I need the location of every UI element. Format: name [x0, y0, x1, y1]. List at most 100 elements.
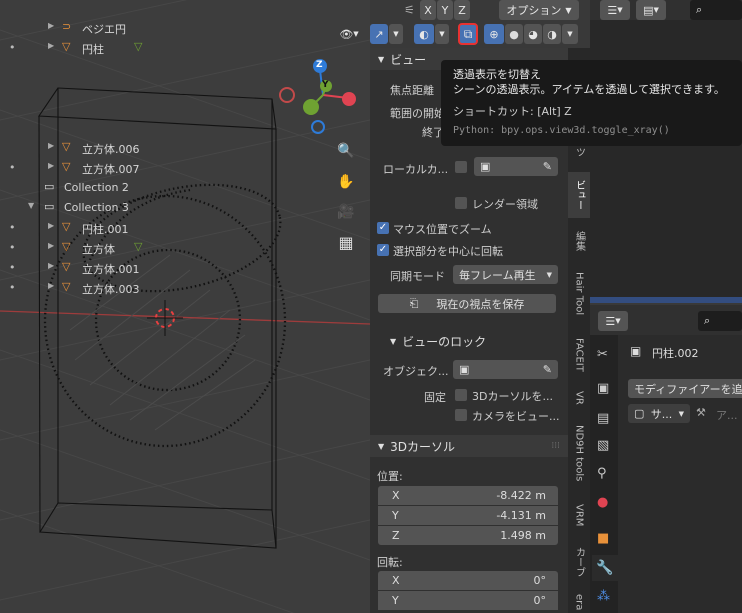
axis-z-button[interactable]: Z	[454, 0, 470, 20]
tab-curve[interactable]: カーブ	[568, 542, 590, 582]
tab-vrm[interactable]: VRM	[568, 500, 590, 530]
outliner-row-label: 円柱	[82, 43, 104, 56]
gizmo-dropdown[interactable]: ▼	[389, 24, 403, 44]
gizmo-z-label[interactable]: Z	[316, 60, 323, 70]
pan-button[interactable]: ✋	[335, 171, 357, 193]
zoom-to-mouse-checkbox[interactable]: ✓	[377, 222, 389, 234]
tab-edit[interactable]: 編集	[568, 225, 590, 257]
scene-tab-icon[interactable]: ⚲	[597, 466, 607, 481]
shading-dropdown[interactable]: ▼	[562, 24, 578, 44]
outliner-row[interactable]: • ▶ ▽ 立方体.001	[0, 258, 152, 278]
camera-to-view-checkbox[interactable]	[455, 409, 467, 421]
rotation-x-field[interactable]: X 0°	[378, 571, 558, 590]
visibility-dot-icon[interactable]: •	[9, 261, 16, 274]
outliner-display-mode-dropdown[interactable]: ☰ ▼	[600, 0, 630, 20]
clip-start-label: 範囲の開始	[390, 107, 445, 120]
3d-viewport[interactable]: Z Y 🔍 ✋ 🎥 ▦	[0, 0, 370, 613]
focal-length-label: 焦点距離	[390, 84, 434, 97]
location-x-axis: X	[392, 489, 400, 502]
camera-view-button[interactable]: 🎥	[335, 201, 357, 223]
world-tab-icon[interactable]: ●	[597, 495, 608, 510]
3d-cursor-panel-header[interactable]: ▼ 3Dカーソル ⁞⁞⁞	[370, 435, 568, 457]
material-shading-button[interactable]: ◕	[524, 24, 542, 44]
visibility-dot-icon[interactable]: •	[9, 41, 16, 54]
chevron-down-icon: ▼	[617, 6, 623, 14]
modifier-sub-dropdown[interactable]: ▢ サ... ▼	[628, 404, 690, 423]
sync-mode-dropdown[interactable]: 毎フレーム再生 ▼	[453, 265, 558, 284]
outliner-row[interactable]: • ▶ ▽ 立方体 ▽	[0, 238, 152, 258]
drag-handle-icon[interactable]: ⁞⁞⁞	[551, 441, 560, 451]
outliner-filter-dropdown[interactable]: ▤ ▼	[636, 0, 666, 20]
modifier-tab[interactable]: 🔧	[592, 555, 618, 581]
overlay-dropdown[interactable]: ▼	[435, 24, 449, 44]
outliner-row[interactable]: • ▶ ▽ 立方体.007	[0, 158, 152, 178]
visibility-dot-icon[interactable]: •	[9, 161, 16, 174]
ortho-toggle-button[interactable]: ▦	[335, 231, 357, 253]
local-camera-field[interactable]: ▣ ✎	[474, 157, 558, 176]
outliner-row[interactable]: ▶ ⊃ ベジエ円	[0, 18, 152, 38]
visibility-dot-icon[interactable]: •	[9, 241, 16, 254]
properties-editor-type-dropdown[interactable]: ☰ ▼	[598, 311, 628, 331]
view-lock-subheader[interactable]: ▼ ビューのロック	[370, 331, 568, 351]
outliner-row[interactable]: ▭ Collection 2	[0, 178, 152, 198]
axis-y-button[interactable]: Y	[437, 0, 453, 20]
view-layer-tab-icon[interactable]: ▧	[597, 438, 609, 453]
options-dropdown[interactable]: オプション ▼	[499, 0, 579, 20]
tools-icon[interactable]: ⚒	[696, 406, 706, 419]
outliner-selected-row[interactable]	[590, 297, 742, 303]
local-camera-checkbox[interactable]	[455, 161, 467, 173]
zoom-button[interactable]: 🔍	[335, 140, 357, 162]
expand-arrow-icon: ▶	[48, 281, 55, 290]
tool-tab-icon[interactable]: ✂	[597, 347, 608, 362]
wireframe-shading-button[interactable]: ⊕	[484, 24, 504, 44]
outliner-row[interactable]: • ▶ ▽ 立方体.003	[0, 278, 152, 298]
rotation-y-field[interactable]: Y 0°	[378, 591, 558, 610]
properties-search-input[interactable]: ⌕	[698, 311, 742, 331]
tab-faceit[interactable]: FACEIT	[568, 333, 590, 377]
tab-vr[interactable]: VR	[568, 386, 590, 410]
location-y-axis: Y	[392, 509, 399, 522]
tab-hair-tool[interactable]: Hair Tool	[568, 264, 590, 324]
outliner	[590, 0, 742, 300]
rotate-around-selection-checkbox[interactable]: ✓	[377, 244, 389, 256]
axis-x-button[interactable]: X	[420, 0, 436, 20]
outliner-row[interactable]: ▶ ▽ 立方体.006	[0, 138, 152, 158]
visibility-dot-icon[interactable]: •	[9, 281, 16, 294]
xray-toggle-button[interactable]: ⧉	[458, 23, 478, 45]
outliner-search-input[interactable]: ⌕	[690, 0, 742, 20]
save-view-icon: ⎗	[409, 296, 419, 310]
eyedropper-icon[interactable]: ✎	[543, 160, 552, 173]
visibility-dot-icon[interactable]: •	[9, 221, 16, 234]
overlay-toggle-button[interactable]: ◐	[414, 24, 434, 44]
material-sphere-icon: ◕	[528, 27, 538, 41]
outliner-row[interactable]: • ▶ ▽ 円柱 ▽	[0, 38, 152, 58]
lock-3d-cursor-checkbox[interactable]	[455, 389, 467, 401]
object-tab-icon[interactable]: ■	[597, 531, 609, 546]
tab-view[interactable]: ビュー	[568, 172, 590, 218]
visibility-dropdown[interactable]: 👁 ▼	[335, 24, 363, 44]
rendered-shading-button[interactable]: ◑	[543, 24, 561, 44]
tab-era[interactable]: era	[568, 592, 590, 613]
gizmo-y-label[interactable]: Y	[322, 80, 329, 90]
location-z-field[interactable]: Z 1.498 m	[378, 526, 558, 545]
rotation-y-axis: Y	[392, 594, 399, 607]
3d-cursor	[147, 300, 183, 336]
outliner-row[interactable]: • ▶ ▽ 円柱.001	[0, 218, 152, 238]
mirror-icon[interactable]: ⚟	[404, 3, 415, 17]
outliner-row[interactable]: ▼ ▭ Collection 3	[0, 198, 152, 218]
properties-icon: ☰	[605, 314, 616, 328]
location-x-field[interactable]: X -8.422 m	[378, 486, 558, 505]
tab-nd9h-tools[interactable]: ND9H tools	[568, 420, 590, 486]
output-tab-icon[interactable]: ▤	[597, 411, 609, 426]
gizmo-toggle-button[interactable]: ↗	[370, 24, 388, 44]
add-modifier-button[interactable]: モディファイアーを追	[628, 379, 742, 398]
save-view-button[interactable]: ⎗ 現在の視点を保存	[378, 294, 556, 313]
render-tab-icon[interactable]: ▣	[597, 381, 609, 396]
lock-object-field[interactable]: ▣ ✎	[453, 360, 558, 379]
location-y-field[interactable]: Y -4.131 m	[378, 506, 558, 525]
eyedropper-icon[interactable]: ✎	[543, 363, 552, 376]
particles-tab-icon[interactable]: ⁂	[597, 589, 610, 604]
outliner-row-label: 立方体.001	[82, 263, 140, 276]
render-region-checkbox[interactable]	[455, 197, 467, 209]
solid-shading-button[interactable]: ●	[505, 24, 523, 44]
